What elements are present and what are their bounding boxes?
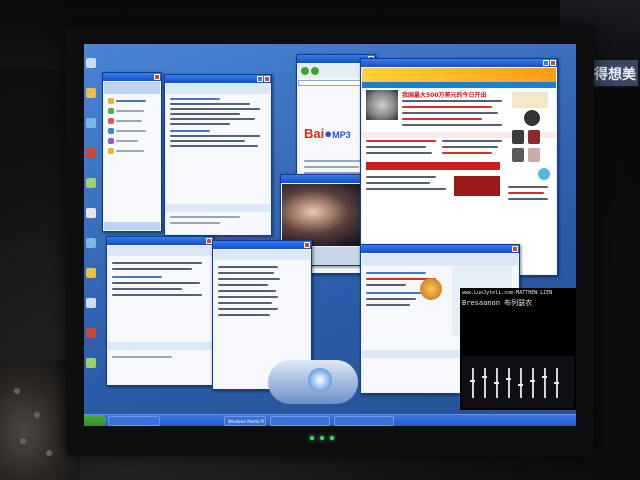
status-led — [310, 436, 314, 440]
photo-scene: 得想美 Bai●MP3 我国最大500万美元的今日开出 www.LuoJytel… — [0, 0, 640, 480]
background-tv: 得想美 — [588, 58, 640, 88]
start-button[interactable] — [84, 415, 106, 426]
desktop-icon[interactable] — [86, 88, 96, 98]
title-bar[interactable] — [103, 73, 161, 81]
video-frame — [282, 184, 370, 246]
title-bar[interactable] — [107, 237, 213, 245]
close-icon[interactable] — [512, 246, 518, 252]
desktop-icon[interactable] — [86, 118, 96, 128]
power-led — [320, 436, 324, 440]
taskbar-item[interactable] — [270, 416, 330, 426]
news-photo — [366, 90, 398, 120]
back-button[interactable] — [301, 67, 309, 75]
portal-nav-bar[interactable] — [362, 82, 556, 88]
title-bar[interactable] — [213, 241, 311, 249]
desktop-icon[interactable] — [86, 358, 96, 368]
title-bar[interactable] — [281, 175, 371, 183]
status-led — [330, 436, 334, 440]
promo-box[interactable] — [454, 176, 500, 196]
title-bar[interactable] — [361, 59, 557, 67]
close-icon[interactable] — [264, 76, 270, 82]
title-bar[interactable] — [165, 75, 271, 83]
console-line-2: Bresaanon 布列瑟农 — [462, 299, 533, 307]
desktop-icon[interactable] — [86, 208, 96, 218]
desktop-icon[interactable] — [86, 148, 96, 158]
mascot-sticker — [524, 110, 540, 126]
red-links-bar[interactable] — [366, 162, 500, 170]
title-bar[interactable] — [361, 245, 519, 253]
desktop-icon[interactable] — [86, 268, 96, 278]
forward-button[interactable] — [311, 67, 319, 75]
chat-window-top-left[interactable] — [164, 74, 272, 236]
baidu-logo: Bai●MP3 — [304, 126, 351, 141]
close-icon[interactable] — [550, 60, 556, 66]
desktop-icon[interactable] — [86, 328, 96, 338]
minimize-icon[interactable] — [257, 76, 263, 82]
taskbar-item[interactable] — [108, 416, 160, 426]
desktop-icon[interactable] — [86, 178, 96, 188]
ad-banner[interactable] — [512, 92, 548, 108]
close-icon[interactable] — [304, 242, 310, 248]
portal-headline[interactable]: 我国最大500万美元的今日开出 — [402, 90, 487, 99]
background-tv-text: 得想美 — [594, 67, 636, 83]
desktop-icon[interactable] — [86, 58, 96, 68]
taskbar: Windows Media Pl — [84, 414, 576, 426]
chat-window-bottom-left[interactable] — [106, 236, 214, 386]
play-button[interactable] — [308, 368, 332, 392]
lyrics-console: www.LuoJyteli.com-MATTHEW LIEN Bresaanon… — [460, 288, 576, 410]
desktop-icon[interactable] — [86, 298, 96, 308]
monitor-screen: Bai●MP3 我国最大500万美元的今日开出 www.LuoJyteli.co… — [84, 44, 576, 426]
console-line-1: www.LuoJyteli.com-MATTHEW LIEN — [462, 290, 553, 296]
minimize-icon[interactable] — [543, 60, 549, 66]
close-icon[interactable] — [154, 74, 160, 80]
qq-buddy-list-window[interactable] — [102, 72, 162, 232]
lion-emoticon — [420, 278, 442, 300]
desktop-icon[interactable] — [86, 238, 96, 248]
taskbar-item[interactable]: Windows Media Pl — [224, 416, 266, 426]
taskbar-item[interactable] — [334, 416, 394, 426]
